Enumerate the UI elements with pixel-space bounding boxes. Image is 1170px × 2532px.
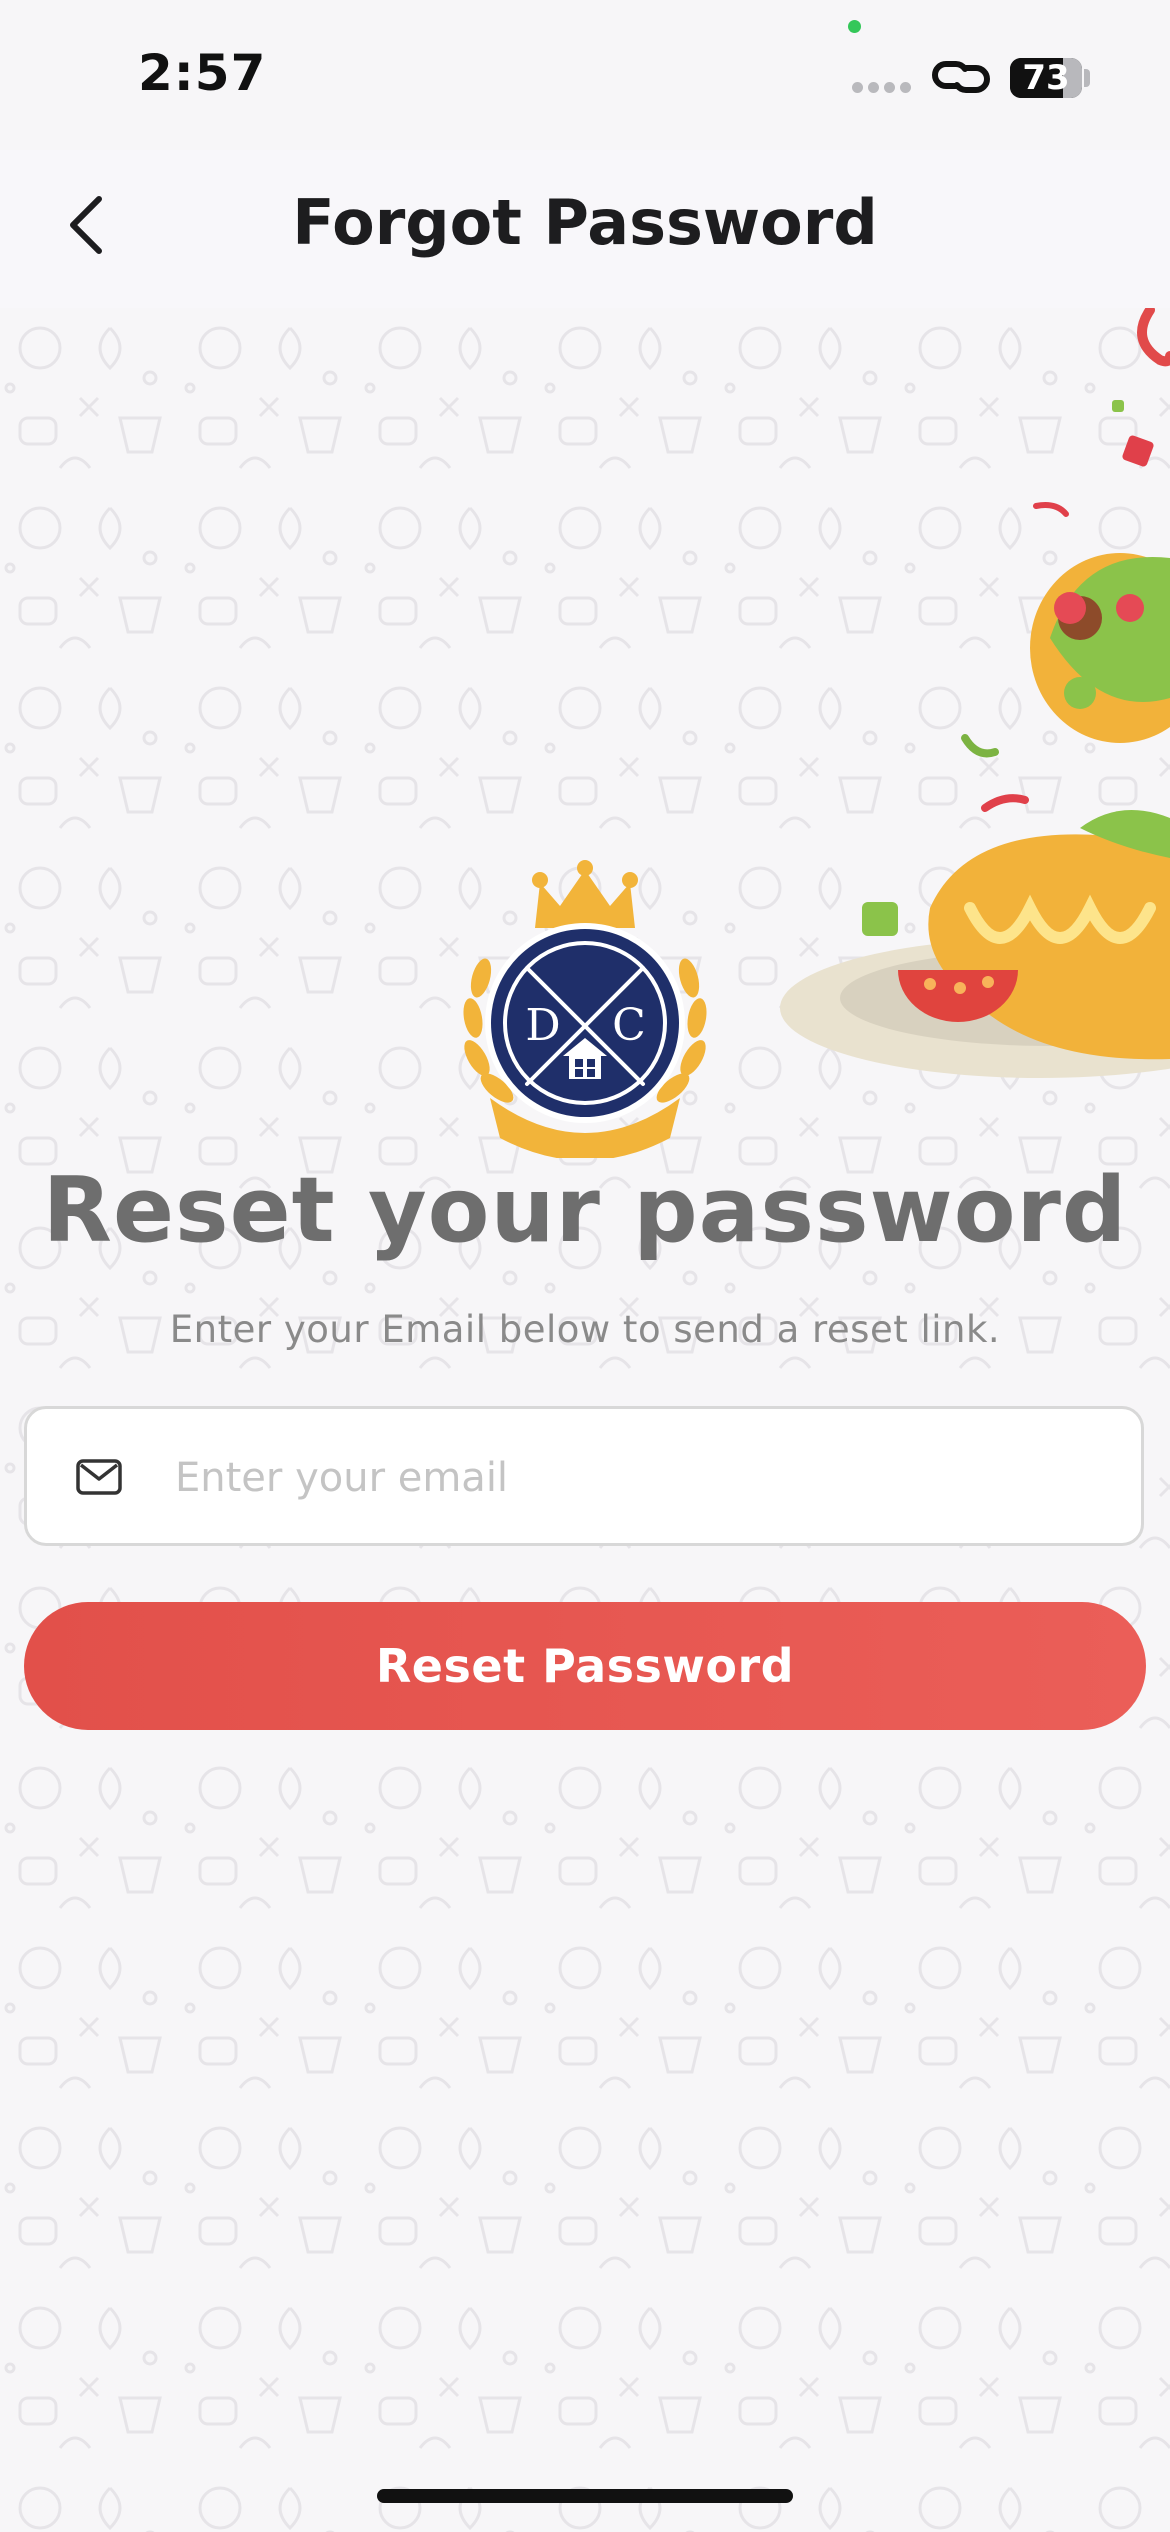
tacos-illustration: [780, 308, 1170, 1078]
content-area: D C Reset your password Enter your Email…: [0, 308, 1170, 2532]
home-indicator[interactable]: [377, 2489, 793, 2503]
reset-subtitle: Enter your Email below to send a reset l…: [169, 1308, 1001, 1351]
dc-logo: D C: [463, 860, 707, 1158]
reset-password-button[interactable]: Reset Password: [24, 1602, 1146, 1730]
battery-level: 73: [1022, 58, 1070, 98]
logo-letter-d: D: [525, 1000, 560, 1051]
email-field[interactable]: [24, 1406, 1144, 1546]
camera-indicator-dot: [848, 20, 861, 33]
status-time: 2:57: [138, 44, 267, 102]
logo-letter-c: C: [612, 1000, 646, 1051]
battery-icon: 73: [1010, 58, 1082, 98]
envelope-icon: [76, 1459, 122, 1495]
signal-icon: [852, 82, 914, 96]
navigation-bar: Forgot Password: [0, 150, 1170, 308]
battery-cap: [1084, 69, 1090, 87]
link-icon: [932, 61, 990, 93]
reset-heading: Reset your password: [42, 1158, 1128, 1263]
status-bar: 2:57 73: [0, 0, 1170, 150]
email-input[interactable]: [173, 1439, 1097, 1517]
page-title: Forgot Password: [292, 186, 878, 259]
